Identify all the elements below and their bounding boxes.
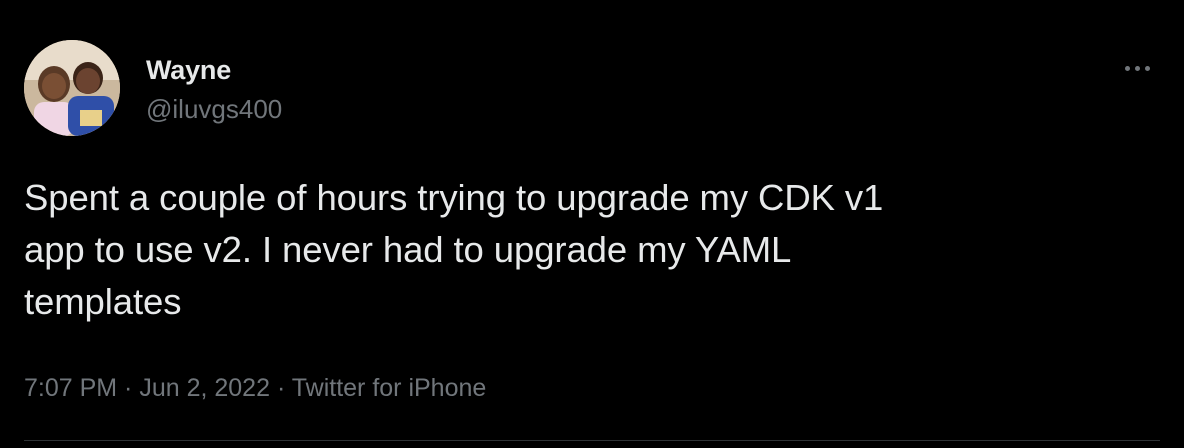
avatar-photo-icon (24, 40, 120, 136)
tweet-time[interactable]: 7:07 PM (24, 374, 117, 402)
tweet-text: Spent a couple of hours trying to upgrad… (24, 177, 884, 322)
more-options-icon (1125, 65, 1150, 71)
more-dot (1135, 65, 1140, 71)
tweet-header: Wayne @iluvgs400 (24, 40, 1160, 140)
author-names: Wayne @iluvgs400 (146, 54, 282, 126)
tweet-source[interactable]: Twitter for iPhone (292, 374, 487, 402)
author-handle[interactable]: @iluvgs400 (146, 92, 282, 126)
avatar[interactable] (24, 40, 120, 136)
more-options-button[interactable] (1110, 58, 1150, 78)
divider (24, 440, 1160, 441)
meta-separator: · (270, 374, 292, 402)
author-display-name[interactable]: Wayne (146, 54, 282, 86)
meta-separator: · (117, 374, 140, 402)
more-dot (1145, 65, 1150, 71)
tweet-meta: 7:07 PM · Jun 2, 2022 · Twitter for iPho… (24, 370, 486, 406)
tweet-date[interactable]: Jun 2, 2022 (139, 374, 270, 402)
tweet-card: Wayne @iluvgs400 Spent a couple of hours… (0, 0, 1184, 448)
more-dot (1125, 65, 1130, 71)
